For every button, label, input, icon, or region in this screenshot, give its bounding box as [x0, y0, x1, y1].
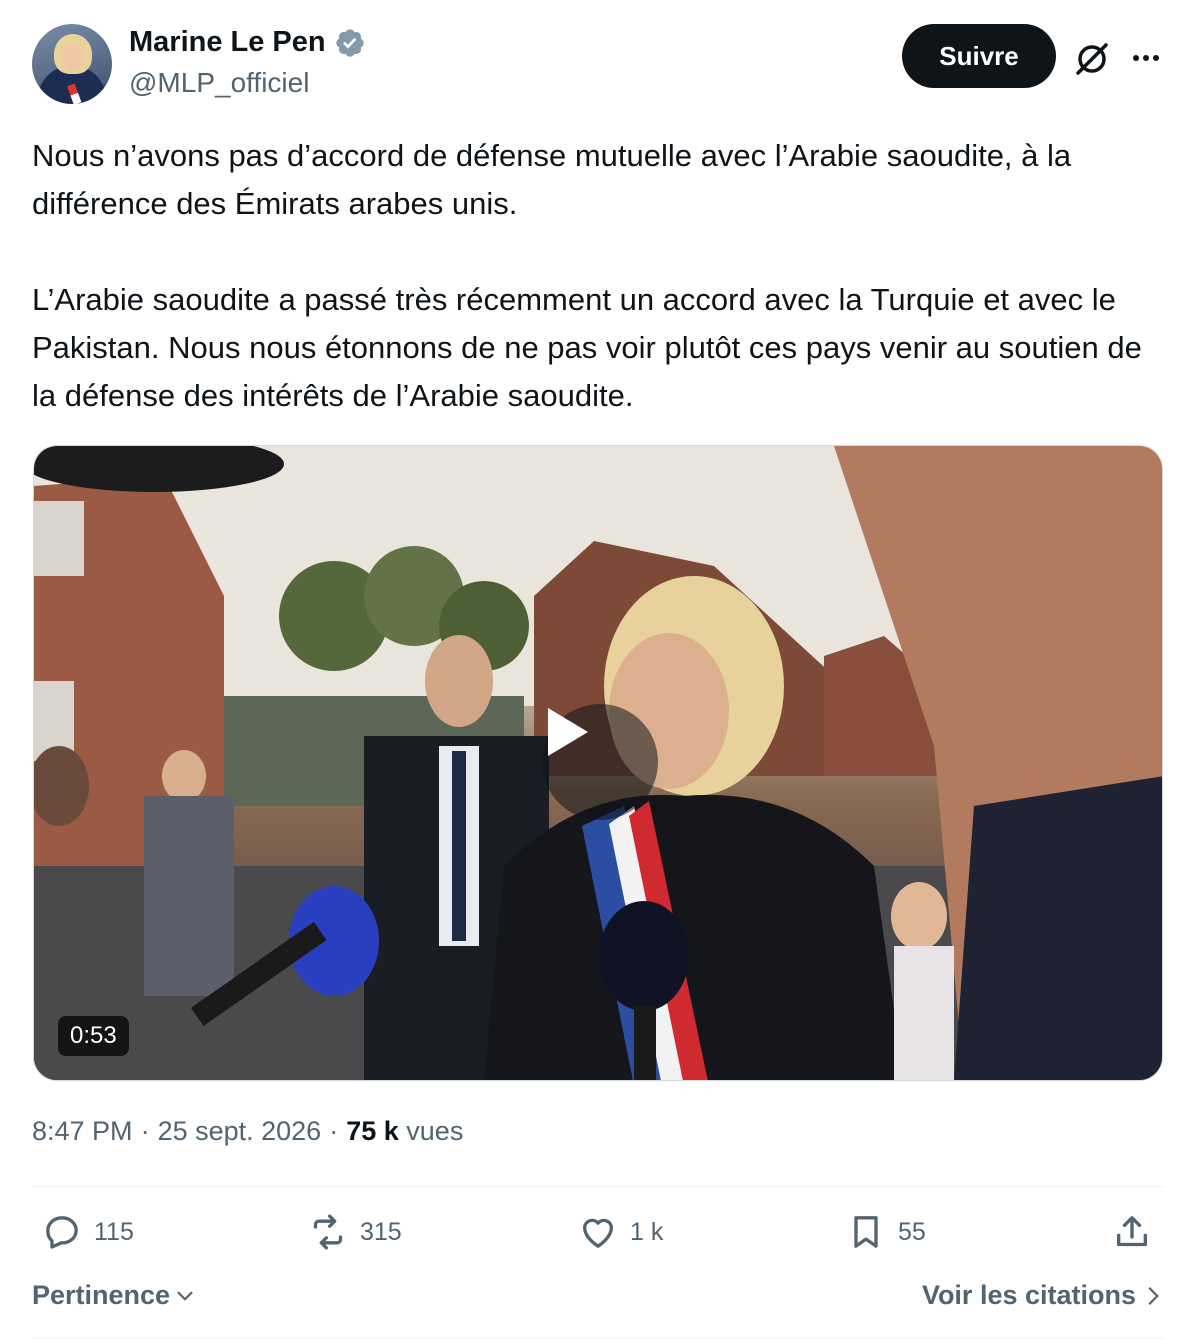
- tweet-paragraph: Nous n’avons pas d’accord de défense mut…: [32, 138, 1072, 221]
- share-icon: [1117, 1216, 1147, 1247]
- repost-button[interactable]: 315: [308, 1212, 402, 1252]
- repost-icon: [313, 1214, 343, 1250]
- like-count: 1 k: [630, 1217, 664, 1246]
- author-handle[interactable]: @MLP_officiel: [129, 67, 309, 99]
- views-label: vues: [406, 1116, 464, 1146]
- sort-label: Pertinence: [32, 1280, 171, 1310]
- play-icon: [548, 708, 588, 756]
- action-bar: 115 315 1 k 55: [32, 1212, 1164, 1264]
- reply-count: 115: [94, 1217, 134, 1246]
- share-button[interactable]: [1112, 1212, 1152, 1252]
- divider: [32, 1338, 1164, 1339]
- follow-button[interactable]: Suivre: [902, 24, 1056, 88]
- bookmark-count: 55: [898, 1217, 926, 1246]
- verified-badge-icon: [335, 28, 364, 57]
- view-quotes-link[interactable]: Voir les citations: [922, 1280, 1164, 1311]
- tweet-time[interactable]: 8:47 PM: [32, 1116, 133, 1147]
- meta-separator: ·: [140, 1116, 150, 1146]
- quotes-label: Voir les citations: [921, 1280, 1136, 1310]
- like-button[interactable]: 1 k: [578, 1212, 663, 1252]
- meta-separator: ·: [329, 1116, 339, 1146]
- reply-button[interactable]: 115: [42, 1212, 134, 1252]
- divider: [32, 1186, 1164, 1187]
- views-count: 75 k: [346, 1116, 399, 1146]
- bookmark-button[interactable]: 55: [846, 1212, 926, 1252]
- tweet-meta: 8:47 PM · 25 sept. 2026 · 75 k vues: [32, 1116, 463, 1147]
- sort-dropdown[interactable]: Pertinence: [32, 1280, 198, 1311]
- tweet-paragraph: L’Arabie saoudite a passé très récemment…: [32, 282, 1142, 413]
- play-button[interactable]: [542, 704, 658, 820]
- bookmark-icon: [854, 1216, 878, 1248]
- author-name-row[interactable]: Marine Le Pen: [129, 26, 366, 59]
- heart-icon: [583, 1218, 613, 1248]
- tweet-date[interactable]: 25 sept. 2026: [158, 1116, 322, 1147]
- chevron-down-icon: [177, 1291, 193, 1301]
- grok-icon[interactable]: [1072, 38, 1112, 78]
- video-duration: 0:53: [58, 1016, 129, 1056]
- author-avatar[interactable]: [32, 24, 112, 104]
- reply-icon: [46, 1216, 78, 1249]
- chevron-right-icon: [1148, 1286, 1159, 1305]
- video-player[interactable]: 0:53: [33, 445, 1163, 1081]
- tweet-text: Nous n’avons pas d’accord de défense mut…: [32, 132, 1172, 420]
- more-icon[interactable]: [1128, 40, 1164, 76]
- repost-count: 315: [360, 1217, 402, 1246]
- author-name[interactable]: Marine Le Pen: [129, 26, 326, 59]
